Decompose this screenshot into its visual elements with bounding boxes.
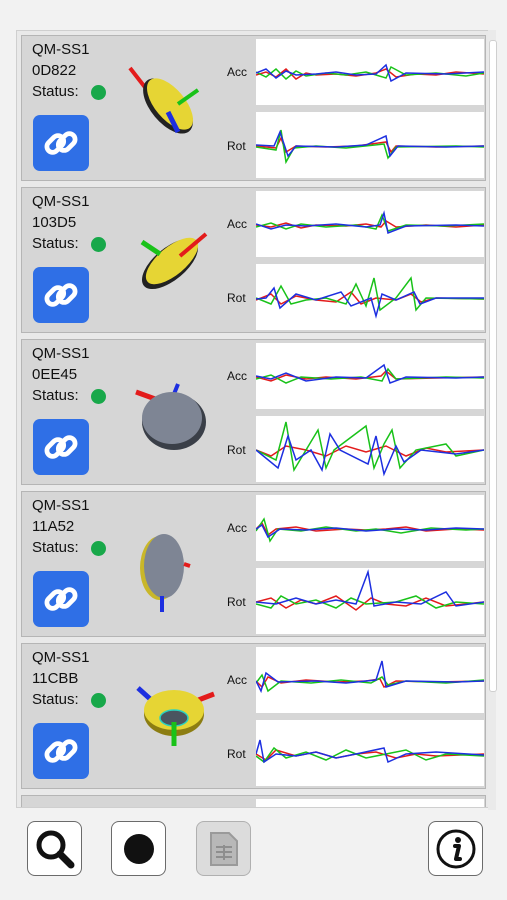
acc-label: Acc bbox=[227, 217, 248, 231]
orientation-3d-view bbox=[128, 66, 200, 134]
rot-plot bbox=[256, 568, 484, 634]
sensor-card[interactable]: QM-SS1 0D822 Status: Acc Rot bbox=[21, 35, 486, 181]
sensor-name: QM-SS1 11A52 bbox=[32, 497, 90, 535]
info-icon bbox=[436, 829, 475, 868]
acc-plot bbox=[256, 191, 484, 257]
link-button[interactable] bbox=[33, 419, 89, 475]
sensor-card-partial[interactable] bbox=[21, 795, 486, 807]
acc-label: Acc bbox=[227, 521, 248, 535]
rot-label: Rot bbox=[227, 291, 246, 305]
info-button[interactable] bbox=[428, 821, 483, 876]
status-indicator bbox=[91, 237, 106, 252]
sensor-card[interactable]: QM-SS1 11A52 Status: Acc Rot bbox=[21, 491, 486, 637]
acc-label: Acc bbox=[227, 369, 248, 383]
link-icon bbox=[44, 283, 78, 307]
sensor-card[interactable]: QM-SS1 103D5 Status: Acc Rot bbox=[21, 187, 486, 333]
link-icon bbox=[44, 131, 78, 155]
link-button[interactable] bbox=[33, 723, 89, 779]
acc-plot bbox=[256, 39, 484, 105]
link-icon bbox=[44, 739, 78, 763]
rot-label: Rot bbox=[227, 595, 246, 609]
acc-plot bbox=[256, 495, 484, 561]
status-label: Status: bbox=[32, 539, 79, 556]
link-icon bbox=[44, 587, 78, 611]
acc-plot bbox=[256, 799, 484, 807]
status-indicator bbox=[91, 389, 106, 404]
status-label: Status: bbox=[32, 691, 79, 708]
orientation-3d-view bbox=[140, 534, 191, 612]
rot-label: Rot bbox=[227, 747, 246, 761]
status-label: Status: bbox=[32, 235, 79, 252]
rot-plot bbox=[256, 720, 484, 786]
rot-plot bbox=[256, 112, 484, 178]
sensor-name: QM-SS1 0EE45 bbox=[32, 345, 90, 383]
search-icon bbox=[36, 830, 74, 868]
sensor-card[interactable]: QM-SS1 11CBB Status: Acc Rot bbox=[21, 643, 486, 789]
orientation-3d-view bbox=[135, 383, 206, 450]
search-button[interactable] bbox=[27, 821, 82, 876]
rot-label: Rot bbox=[227, 443, 246, 457]
orientation-3d-view bbox=[136, 686, 215, 746]
status-label: Status: bbox=[32, 387, 79, 404]
record-button[interactable] bbox=[111, 821, 166, 876]
rot-plot bbox=[256, 416, 484, 482]
sensor-card[interactable]: QM-SS1 0EE45 Status: Acc Rot bbox=[21, 339, 486, 485]
rot-label: Rot bbox=[227, 139, 246, 153]
status-indicator bbox=[91, 541, 106, 556]
link-button[interactable] bbox=[33, 571, 89, 627]
status-label: Status: bbox=[32, 83, 79, 100]
link-button[interactable] bbox=[33, 267, 89, 323]
acc-plot bbox=[256, 343, 484, 409]
rot-plot bbox=[256, 264, 484, 330]
record-icon bbox=[123, 833, 154, 864]
document-icon bbox=[209, 831, 238, 866]
status-indicator bbox=[91, 693, 106, 708]
acc-label: Acc bbox=[227, 65, 248, 79]
acc-label: Acc bbox=[227, 673, 248, 687]
link-icon bbox=[44, 435, 78, 459]
sensor-name: QM-SS1 11CBB bbox=[32, 649, 90, 687]
acc-plot bbox=[256, 647, 484, 713]
scrollbar-thumb[interactable] bbox=[489, 40, 497, 692]
export-button[interactable] bbox=[196, 821, 251, 876]
sensor-list[interactable]: QM-SS1 0D822 Status: Acc Rot QM-SS1 103D… bbox=[16, 30, 492, 808]
orientation-3d-view bbox=[140, 232, 208, 290]
status-indicator bbox=[91, 85, 106, 100]
sensor-name: QM-SS1 103D5 bbox=[32, 193, 90, 231]
link-button[interactable] bbox=[33, 115, 89, 171]
sensor-name: QM-SS1 0D822 bbox=[32, 41, 90, 79]
